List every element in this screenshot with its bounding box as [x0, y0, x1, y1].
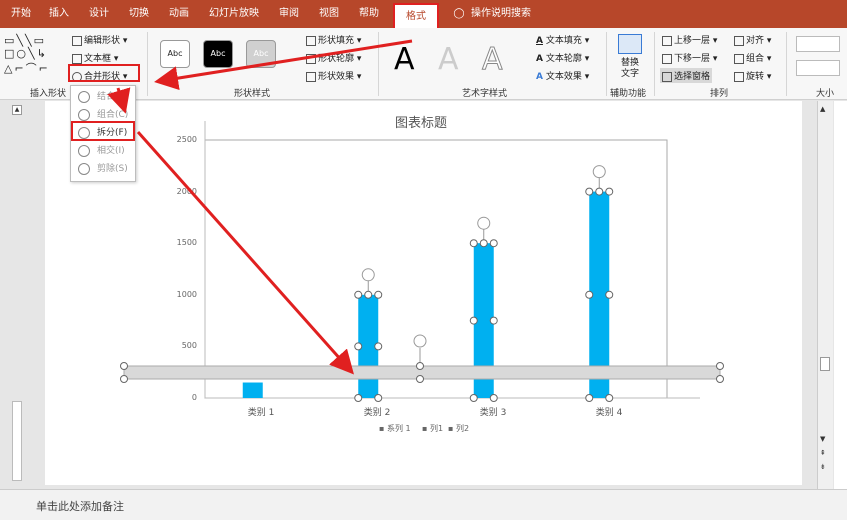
- annotation-arrows: [107, 39, 413, 375]
- arrow-to-merge-shapes: [154, 39, 413, 91]
- arrow-to-chart: [136, 131, 354, 375]
- arrow-to-fragment: [107, 87, 131, 114]
